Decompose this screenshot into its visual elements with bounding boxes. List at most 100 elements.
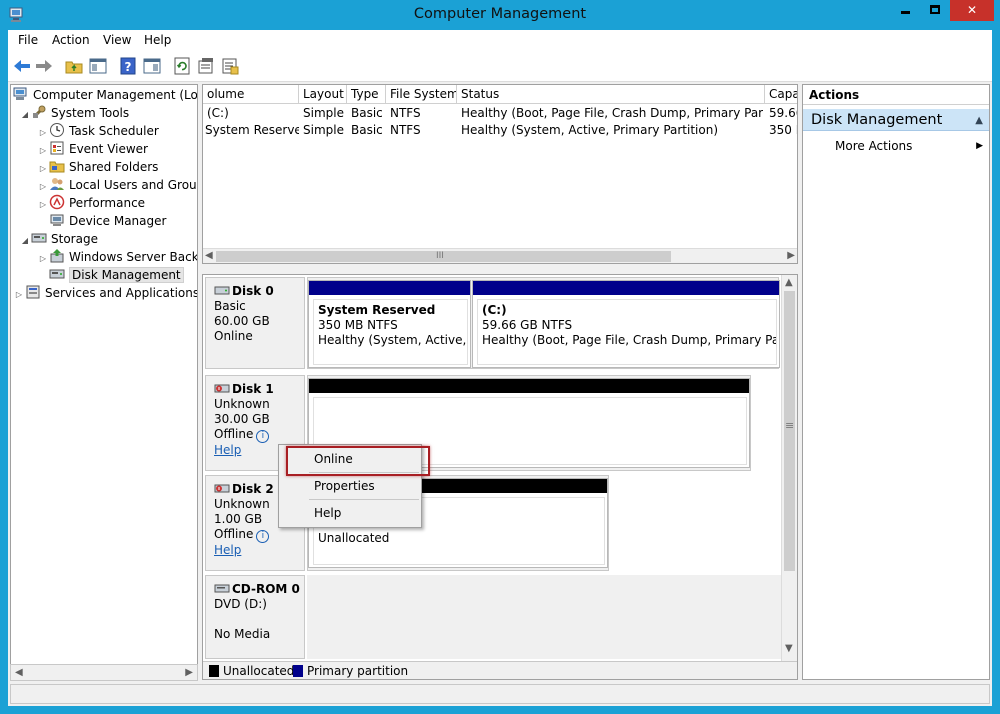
tree-item-computer-management[interactable]: Computer Management (Local <box>13 86 198 104</box>
cdrom-0-area <box>307 575 781 659</box>
console-tree: Computer Management (Local ◢ System Tools… <box>10 84 198 680</box>
collapse-arrow-icon[interactable]: ◢ <box>19 232 31 250</box>
disk-0-label[interactable]: Disk 0 Basic 60.00 GB Online <box>205 277 305 369</box>
scroll-left-icon[interactable]: ◀ <box>15 667 23 678</box>
toolbar: ? <box>8 52 992 82</box>
tree-item-disk-management[interactable]: Disk Management <box>49 266 184 284</box>
clock-icon <box>49 122 65 138</box>
help-toolbar-button[interactable]: ? <box>118 56 138 76</box>
title-bar[interactable]: Computer Management ✕ <box>0 0 1000 30</box>
up-folder-button[interactable] <box>64 56 84 76</box>
tree-label: Computer Management (Local <box>33 88 198 102</box>
performance-icon <box>49 194 65 210</box>
menu-view[interactable]: View <box>103 33 131 47</box>
tree-item-device-manager[interactable]: Device Manager <box>49 212 166 230</box>
tree-item-event-viewer[interactable]: ▷ Event Viewer <box>37 140 148 158</box>
tree-label: Event Viewer <box>69 142 148 156</box>
tree-label: Device Manager <box>69 214 167 228</box>
minimize-button[interactable] <box>892 0 919 21</box>
column-status[interactable]: Status <box>457 85 765 104</box>
show-hide-tree-button[interactable] <box>88 56 108 76</box>
info-icon[interactable]: i <box>256 430 270 443</box>
partition-c-drive[interactable]: (C:) 59.66 GB NTFS Healthy (Boot, Page F… <box>472 280 780 368</box>
scrollbar-thumb[interactable]: III <box>216 251 671 262</box>
forward-button[interactable] <box>34 56 54 76</box>
column-file-system[interactable]: File System <box>386 85 457 104</box>
tree-item-services-and-applications[interactable]: ▷ Services and Applications <box>13 284 198 304</box>
column-type[interactable]: Type <box>347 85 386 104</box>
storage-icon <box>31 230 47 246</box>
collapse-up-icon[interactable]: ▲ <box>975 110 983 132</box>
disk-2-help-link[interactable]: Help <box>214 543 241 557</box>
volume-list-horizontal-scrollbar[interactable]: ◀ III ▶ <box>203 248 797 263</box>
folder-up-icon <box>65 61 83 74</box>
info-icon[interactable]: i <box>256 530 270 543</box>
scroll-down-icon[interactable]: ▼ <box>785 643 793 654</box>
status-bar <box>10 684 990 704</box>
disk-1-help-link[interactable]: Help <box>214 443 241 457</box>
scroll-up-icon[interactable]: ▲ <box>785 277 793 288</box>
tree-item-task-scheduler[interactable]: ▷ Task Scheduler <box>37 122 159 140</box>
expand-arrow-icon[interactable]: ▷ <box>37 250 49 268</box>
tree-label: Services and Applications <box>45 286 198 300</box>
expand-arrow-icon[interactable]: ▷ <box>13 286 25 304</box>
export-list-icon <box>222 58 239 75</box>
column-volume[interactable]: olume <box>203 85 299 104</box>
actions-section-disk-management[interactable]: Disk Management ▲ <box>803 109 989 131</box>
tree-item-windows-server-backup[interactable]: ▷ Windows Server Backup <box>37 248 197 268</box>
disk-legend: Unallocated Primary partition <box>203 661 797 679</box>
expand-arrow-icon[interactable]: ▷ <box>37 196 49 214</box>
disk-size: 60.00 GB <box>214 314 270 328</box>
column-layout[interactable]: Layout <box>299 85 347 104</box>
tree-item-performance[interactable]: ▷ Performance <box>37 194 145 212</box>
scrollbar-thumb[interactable]: ≡ <box>784 291 795 571</box>
disk-kind: Unknown <box>214 397 270 411</box>
cell-volume: System Reserved <box>205 123 299 137</box>
refresh-button[interactable] <box>172 56 192 76</box>
actions-pane: Actions Disk Management ▲ More Actions ▶ <box>802 84 990 680</box>
submenu-arrow-icon: ▶ <box>976 141 983 151</box>
show-hide-action-pane-button[interactable] <box>142 56 162 76</box>
disk-state: Online <box>214 329 253 343</box>
column-capacity[interactable]: Capa <box>765 85 797 104</box>
export-list-button[interactable] <box>220 56 240 76</box>
scroll-left-icon[interactable]: ◀ <box>205 250 213 261</box>
tree-item-system-tools[interactable]: ◢ System Tools <box>19 104 129 122</box>
partition-system-reserved[interactable]: System Reserved 350 MB NTFS Healthy (Sys… <box>308 280 471 368</box>
properties-button[interactable] <box>196 56 216 76</box>
cell-type: Basic <box>351 106 383 120</box>
computer-management-window: Computer Management ✕ File Action View H… <box>0 0 1000 714</box>
primary-partition-bar <box>309 281 470 295</box>
scroll-grip: ≡ <box>785 419 795 432</box>
actions-header: Actions <box>803 85 989 105</box>
cdrom-0-label[interactable]: CD-ROM 0 DVD (D:) No Media <box>205 575 305 659</box>
offline-disk-icon <box>214 483 230 494</box>
disk-name: Disk 0 <box>232 284 274 298</box>
computer-management-icon <box>13 86 29 102</box>
more-actions-item[interactable]: More Actions ▶ <box>803 137 989 155</box>
menu-action[interactable]: Action <box>52 33 90 47</box>
tree-item-local-users-and-groups[interactable]: ▷ Local Users and Groups <box>37 176 197 194</box>
scroll-grip: III <box>436 251 444 261</box>
back-button[interactable] <box>12 56 32 76</box>
collapse-arrow-icon[interactable]: ◢ <box>19 106 31 124</box>
tree-item-shared-folders[interactable]: ▷ Shared Folders <box>37 158 158 176</box>
disk-view-vertical-scrollbar[interactable]: ▲ ≡ ▼ <box>781 275 797 661</box>
maximize-button[interactable] <box>921 0 948 21</box>
shared-folder-icon <box>49 158 65 174</box>
menu-file[interactable]: File <box>18 33 38 47</box>
menu-help[interactable]: Help <box>144 33 171 47</box>
disk-name: Disk 1 <box>232 382 274 396</box>
context-menu-help[interactable]: Help <box>281 501 419 525</box>
properties-icon <box>198 58 213 74</box>
tree-item-storage[interactable]: ◢ Storage <box>19 230 98 248</box>
tree-horizontal-scrollbar[interactable]: ◀ ▶ <box>10 664 198 681</box>
scroll-right-icon[interactable]: ▶ <box>185 667 193 678</box>
context-menu-properties[interactable]: Properties <box>281 474 419 498</box>
cell-status: Healthy (System, Active, Primary Partiti… <box>461 123 719 137</box>
unallocated-bar <box>309 379 749 393</box>
partition-name: (C:) <box>482 303 507 317</box>
scroll-right-icon[interactable]: ▶ <box>787 250 795 261</box>
services-icon <box>25 284 41 300</box>
close-button[interactable]: ✕ <box>950 0 994 21</box>
